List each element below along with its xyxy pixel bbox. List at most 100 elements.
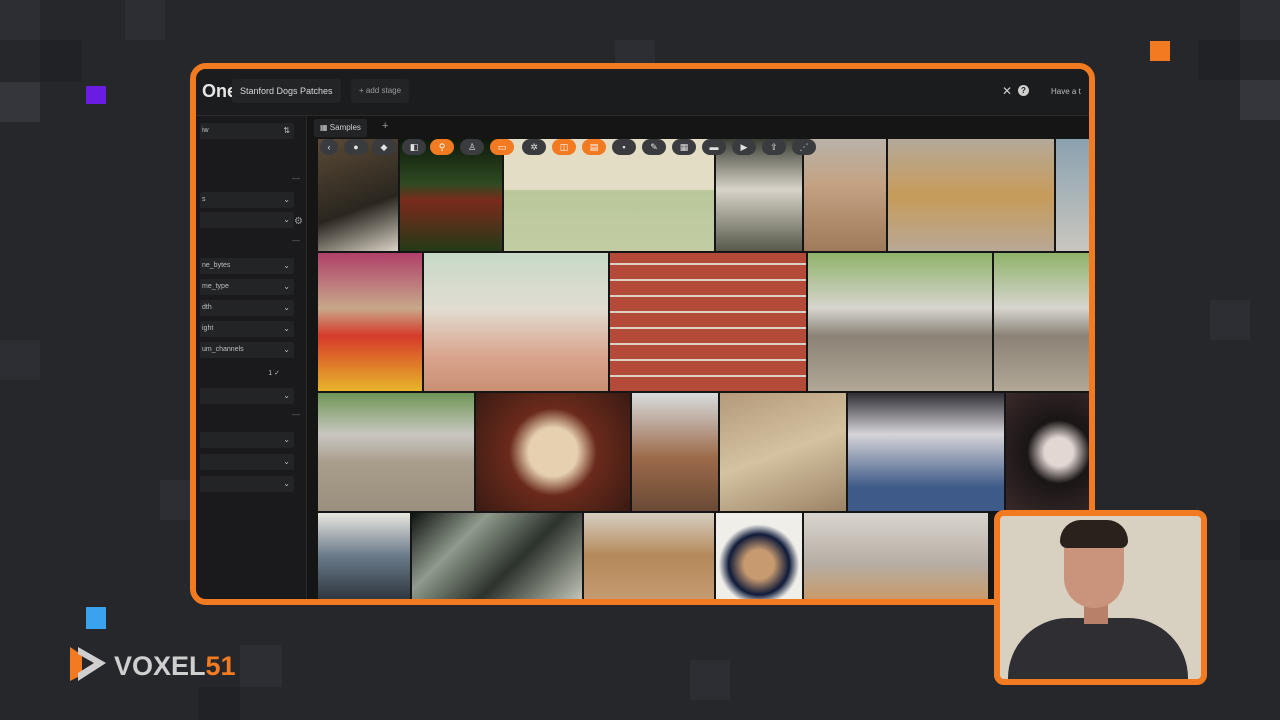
decor-tile (0, 82, 40, 122)
sidebar-item[interactable]: ne_bytes ⌄ (200, 258, 294, 274)
close-icon[interactable]: ✕ (1002, 84, 1012, 98)
sample-image[interactable] (318, 253, 422, 391)
decor-tile (160, 480, 190, 520)
dataset-selector[interactable]: Stanford Dogs Patches (232, 79, 341, 103)
sidebar: iw ⇅ ⚙ — s ⌄ ⌄ — ne_bytes ⌄ me_type ⌄ dt… (196, 116, 307, 599)
tag-icon[interactable]: ◆ (372, 139, 396, 155)
sample-image[interactable] (808, 253, 992, 391)
sidebar-item[interactable]: ight ⌄ (200, 321, 294, 337)
sample-image[interactable] (424, 253, 608, 391)
patches-icon[interactable]: ◧ (402, 139, 426, 155)
decor-tile (1240, 520, 1280, 560)
colors-icon[interactable]: ◫ (552, 139, 576, 155)
sidebar-item-label: me_type (202, 283, 229, 290)
voxel51-logo-icon (70, 647, 106, 681)
sample-image[interactable] (1006, 393, 1089, 511)
sidebar-item[interactable]: me_type ⌄ (200, 279, 294, 295)
add-tab-button[interactable]: + (382, 120, 388, 132)
clips-icon[interactable]: ▭ (490, 139, 514, 155)
sample-image[interactable] (716, 513, 802, 599)
sample-image[interactable] (994, 253, 1089, 391)
chevron-down-icon: ⌄ (283, 391, 290, 400)
upload-icon[interactable]: ⇪ (762, 139, 786, 155)
decor-tile (1240, 0, 1280, 40)
chevron-down-icon: ⌄ (283, 282, 290, 291)
presenter-webcam (994, 510, 1207, 685)
gear-icon[interactable]: ⚙ (294, 216, 303, 227)
sample-image[interactable] (632, 393, 718, 511)
sidebar-item[interactable]: ⌄ (200, 432, 294, 448)
sample-image[interactable] (610, 253, 806, 391)
grid-toolbar: ‹ ● ◆ ◧ ⚲ ♙ ▭ ✲ ◫ ▤ ▪ ✎ ▦ ▬ ▶ ⇪ ⋰ (320, 139, 830, 159)
decor-square-blue (86, 607, 106, 629)
decor-tile (615, 40, 655, 64)
chevron-down-icon: ⌄ (283, 195, 290, 204)
sidebar-item[interactable]: ⌄ (200, 388, 294, 404)
sidebar-item-label: ne_bytes (202, 262, 231, 269)
collapse-icon[interactable]: — (292, 236, 300, 245)
top-bar: One Stanford Dogs Patches + add stage ✕ … (196, 69, 1089, 116)
sample-image[interactable] (318, 393, 474, 511)
decor-square-orange (1150, 41, 1170, 61)
grid-icon[interactable]: ▪ (612, 139, 636, 155)
sample-image[interactable] (804, 513, 988, 599)
sidebar-item[interactable]: ⌄ (200, 476, 294, 492)
sidebar-item[interactable]: ⌄ (200, 454, 294, 470)
samples-grid (318, 139, 1089, 599)
collapse-icon[interactable]: — (292, 410, 300, 419)
sample-image[interactable] (318, 513, 410, 599)
comment-icon[interactable]: ▬ (702, 139, 726, 155)
chevron-down-icon: ⌄ (283, 303, 290, 312)
settings-icon[interactable]: ✲ (522, 139, 546, 155)
table-icon[interactable]: ▦ (672, 139, 696, 155)
help-icon[interactable]: ? (1018, 85, 1029, 96)
decor-tile (1210, 300, 1250, 340)
add-stage-button[interactable]: + add stage (351, 79, 410, 103)
sidebar-item[interactable]: um_channels ⌄ (200, 342, 294, 358)
sample-image[interactable] (412, 513, 582, 599)
sample-image[interactable] (476, 393, 630, 511)
sample-image[interactable] (720, 393, 846, 511)
chevron-down-icon: ⌄ (283, 215, 290, 224)
tab-samples[interactable]: ▦ Samples (314, 119, 367, 137)
chevron-down-icon: ⌄ (283, 435, 290, 444)
sample-image[interactable] (584, 513, 714, 599)
collapse-icon[interactable]: — (292, 174, 300, 183)
chevron-down-icon: ⌄ (283, 345, 290, 354)
search-icon[interactable]: ⚲ (430, 139, 454, 155)
decor-square-purple (86, 86, 106, 104)
filter-icon[interactable]: ▤ (582, 139, 606, 155)
sample-image[interactable] (888, 139, 1054, 251)
sidebar-item-label: ight (202, 325, 214, 332)
top-right-link[interactable]: Have a t (1051, 87, 1081, 96)
edit-icon[interactable]: ✎ (642, 139, 666, 155)
person-icon[interactable]: ♙ (460, 139, 484, 155)
sidebar-item[interactable]: 1 ✓ (200, 366, 294, 382)
brand-number: 51 (205, 651, 236, 681)
decor-tile (1240, 80, 1280, 120)
brand-name-text: VOXEL (114, 651, 206, 681)
presenter-shirt (1008, 618, 1188, 679)
sample-image[interactable] (848, 393, 1004, 511)
chevron-down-icon: ⌄ (283, 261, 290, 270)
chevron-down-icon: ⌄ (283, 324, 290, 333)
decor-tile (1198, 40, 1240, 80)
decor-tile (240, 645, 282, 687)
sidebar-item[interactable]: s ⌄ (200, 192, 294, 208)
decor-tile (125, 0, 165, 40)
sidebar-item[interactable]: iw ⇅ (200, 123, 294, 139)
decor-tile (40, 40, 82, 82)
chevron-down-icon: ⌄ (283, 479, 290, 488)
chevron-left-icon[interactable]: ‹ (320, 139, 338, 155)
sidebar-item-label: iw (202, 127, 209, 134)
tab-samples-label: Samples (329, 123, 361, 132)
tag-icon[interactable]: ● (344, 139, 368, 155)
sidebar-item[interactable]: ⌄ (200, 212, 294, 228)
video-icon[interactable]: ▶ (732, 139, 756, 155)
sidebar-item[interactable]: dth ⌄ (200, 300, 294, 316)
graph-icon[interactable]: ⋰ (792, 139, 816, 155)
presenter-hair (1060, 520, 1128, 548)
decor-tile (198, 687, 240, 720)
sample-image[interactable] (1056, 139, 1089, 251)
sort-icon: ⇅ (283, 126, 290, 135)
